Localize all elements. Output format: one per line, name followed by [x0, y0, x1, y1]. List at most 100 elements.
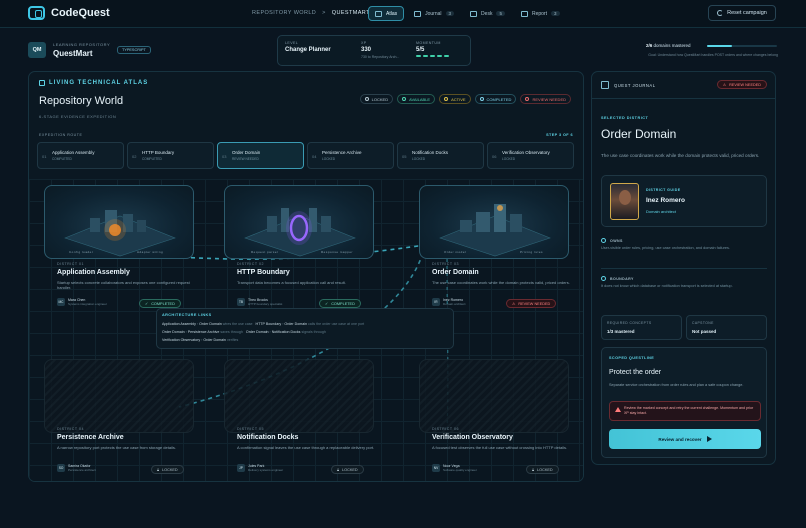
caption-response-mapper: Response mapper: [321, 250, 354, 254]
district-kicker: DISTRICT 01: [57, 262, 85, 266]
route-step-2[interactable]: 02 HTTP Boundary COMPLETED: [127, 142, 214, 169]
legend-available: AVAILABLE: [397, 94, 436, 104]
repo-kicker: LEARNING REPOSITORY: [53, 42, 111, 47]
review-and-recover-button[interactable]: Review and recover: [609, 429, 761, 449]
guide-role: HTTP boundary specialist: [248, 302, 283, 306]
check-icon: ✓: [145, 302, 149, 306]
status-badge-label: LOCKED: [342, 467, 358, 472]
status-badge: 🔒︎ LOCKED: [151, 465, 184, 474]
domains-mastered-label: domains mastered: [653, 43, 691, 48]
route-step-number: 03: [222, 154, 227, 159]
guide-portrait: [610, 183, 639, 220]
tab-report[interactable]: Report 3: [515, 6, 566, 21]
selected-district-label: SELECTED DISTRICT: [601, 116, 649, 120]
district-image-notification-docks: [224, 359, 374, 433]
warning-icon: ⚠: [512, 302, 516, 306]
district-title[interactable]: Application Assembly: [57, 269, 130, 276]
district-description: Transport data becomes a focused applica…: [237, 280, 346, 285]
atlas-kicker: LIVING TECHNICAL ATLAS: [39, 80, 148, 86]
status-badge-label: LOCKED: [162, 467, 178, 472]
legend-active: ACTIVE: [439, 94, 471, 104]
boundary-text: It does not know which database or notif…: [601, 284, 733, 288]
status-badge-label: COMPLETED: [151, 301, 175, 306]
route-label: EXPEDITION ROUTE: [39, 133, 83, 137]
journal-header: QUEST JOURNAL ⚠ REVIEW NEEDED: [592, 72, 775, 99]
guide-role: Software quality engineer: [443, 468, 477, 472]
district-title[interactable]: Order Domain: [432, 269, 479, 276]
tab-atlas[interactable]: Atlas: [368, 6, 405, 21]
caption-order-model: Order model: [444, 250, 467, 254]
guide-avatar: SO: [57, 464, 65, 472]
check-icon: ✓: [325, 302, 329, 306]
route-step-3[interactable]: 03 Order Domain REVIEW NEEDED: [217, 142, 304, 169]
owns-section: OWNS User-visible order rules, pricing, …: [601, 238, 767, 252]
district-image-application-assembly[interactable]: Config loader Adapter wiring: [44, 185, 194, 259]
tab-journal[interactable]: Journal 3: [408, 6, 460, 21]
district-image-order-domain[interactable]: Order model Pricing rules: [419, 185, 569, 259]
expedition-route: 01 Application Assembly COMPLETED 02 HTTP B…: [37, 142, 574, 169]
route-step-1[interactable]: 01 Application Assembly COMPLETED: [37, 142, 124, 169]
route-step-number: 05: [402, 154, 407, 159]
route-step-title: Notification Docks: [412, 150, 449, 155]
status-legend: LOCKED AVAILABLE ACTIVE COMPLETED REVIEW…: [359, 94, 571, 104]
caption-config-loader: Config loader: [69, 250, 94, 254]
capstone-card: CAPSTONE Not passed: [686, 315, 767, 340]
arch-link-row: Order Domain › Persistence Archive saves…: [162, 330, 326, 334]
questline-label: SCOPED QUESTLINE: [609, 356, 655, 360]
route-step-status: LOCKED: [322, 157, 336, 161]
route-step-6[interactable]: 06 Verification Observatory LOCKED: [487, 142, 574, 169]
route-step-5[interactable]: 05 Notification Docks LOCKED: [397, 142, 484, 169]
tab-desk[interactable]: Desk 5: [464, 6, 511, 21]
route-step-number: 06: [492, 154, 497, 159]
status-badge: ✓ COMPLETED: [139, 299, 181, 308]
reset-campaign-button[interactable]: Reset campaign: [708, 5, 776, 21]
route-step-4[interactable]: 04 Persistence Archive LOCKED: [307, 142, 394, 169]
journal-title: QUEST JOURNAL: [614, 83, 656, 88]
district-map: Config loader Adapter wiring DISTRICT 01…: [29, 179, 583, 481]
tab-desk-label: Desk: [481, 10, 493, 17]
status-badge-label: REVIEW NEEDED: [518, 301, 551, 306]
required-concepts-value: 1/3 mastered: [607, 329, 635, 334]
domains-mastered-count: 2/6: [646, 43, 653, 48]
main-nav: Atlas Journal 3 Desk 5 Report 3: [368, 6, 566, 21]
xp-value: 330: [361, 47, 372, 53]
district-description: The use case coordinates work while the …: [432, 280, 570, 285]
app-logo[interactable]: CodeQuest: [28, 6, 110, 20]
reset-campaign-label: Reset campaign: [727, 10, 767, 16]
district-image-http-boundary[interactable]: Request parser Response mapper: [224, 185, 374, 259]
report-icon: [520, 10, 528, 17]
district-guide: JP Jules Park Delivery systems engineer: [237, 464, 283, 472]
legend-completed: COMPLETED: [474, 94, 517, 104]
breadcrumb-section[interactable]: REPOSITORY WORLD: [252, 10, 316, 16]
journal-book-icon: [601, 81, 609, 89]
momentum-meter: [416, 55, 449, 57]
language-badge: TYPESCRIPT: [117, 46, 151, 54]
district-description: A confirmation signal leaves the use cas…: [237, 445, 375, 450]
breadcrumb-separator: >: [322, 10, 326, 16]
route-step-status: COMPLETED: [52, 157, 72, 161]
district-description: A focused test observes the full use cas…: [432, 445, 568, 450]
legend-active-label: ACTIVE: [451, 96, 466, 102]
route-step-title: Order Domain: [232, 150, 261, 155]
guide-role: Domain architect: [443, 302, 466, 306]
arch-link-row: Application Assembly › Order Domain wire…: [162, 322, 365, 326]
district-title[interactable]: HTTP Boundary: [237, 269, 290, 276]
required-concepts-label: REQUIRED CONCEPTS: [607, 321, 652, 325]
guide-avatar: TB: [237, 298, 245, 306]
journal-status-badge: ⚠ REVIEW NEEDED: [716, 80, 767, 89]
legend-review-label: REVIEW NEEDED: [532, 96, 566, 102]
district-image-verification-observatory: [419, 359, 569, 433]
status-badge: 🔒︎ LOCKED: [526, 465, 559, 474]
district-guide: NV Noor Vega Software quality engineer: [432, 464, 477, 472]
available-icon: [402, 97, 407, 101]
guide-role: Persistence architect: [68, 468, 96, 472]
check-icon: [479, 97, 484, 101]
tab-report-label: Report: [531, 10, 547, 17]
target-icon: [470, 10, 478, 17]
tab-report-count: 3: [550, 11, 560, 16]
district-guide: SO Samira Okafor Persistence architect: [57, 464, 96, 472]
repo-avatar: QM: [28, 42, 46, 58]
tab-atlas-label: Atlas: [386, 10, 398, 17]
lock-icon: 🔒︎: [157, 467, 160, 472]
reset-icon: [717, 10, 724, 16]
